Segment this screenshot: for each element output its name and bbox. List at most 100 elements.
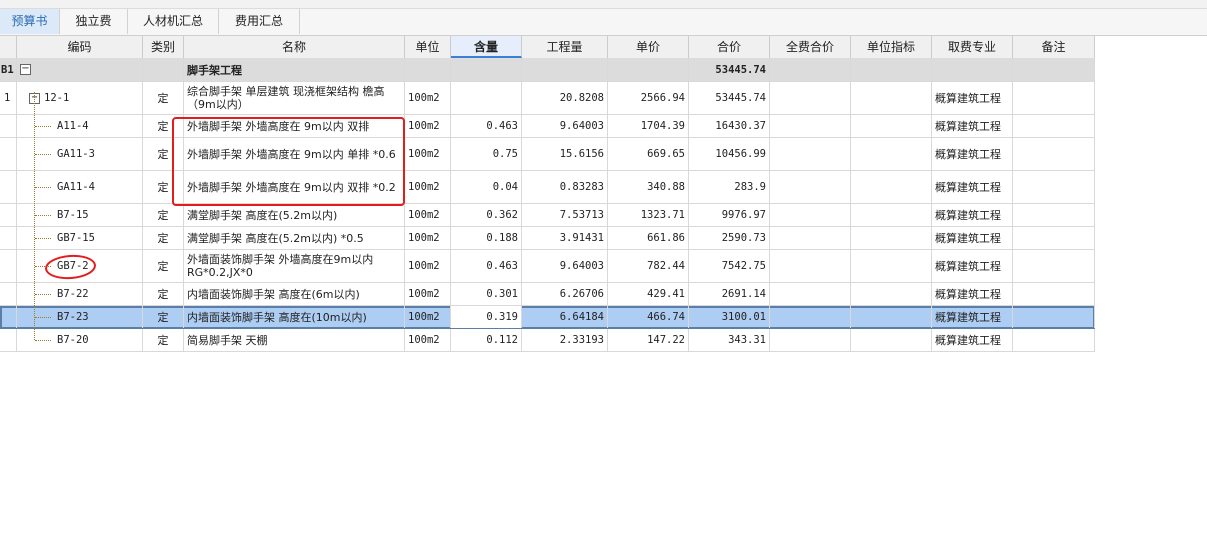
row-code-text: B7-20 bbox=[57, 334, 89, 346]
row-remarks bbox=[1013, 329, 1095, 351]
row-code[interactable]: B7-20 bbox=[17, 329, 143, 351]
row-content[interactable]: 0.112 bbox=[451, 329, 522, 351]
table-row[interactable]: A11-4 定外墙脚手架 外墙高度在 9m以内 双排 100m2 0.463 9.640… bbox=[0, 115, 1095, 138]
table-row[interactable]: B7-22 定内墙面装饰脚手架 高度在(6m以内) 100m2 0.301 6.2670… bbox=[0, 283, 1095, 306]
group-row[interactable]: B1 − 脚手架工程 53445.74 bbox=[0, 58, 1095, 82]
row-quantity[interactable]: 7.53713 bbox=[522, 204, 608, 226]
row-quantity[interactable]: 6.26706 bbox=[522, 283, 608, 305]
row-type: 定 bbox=[143, 329, 184, 351]
row-content[interactable]: 0.75 bbox=[451, 138, 522, 170]
row-full-cost-total bbox=[770, 306, 851, 328]
row-type: 定 bbox=[143, 306, 184, 328]
row-quantity[interactable]: 9.64003 bbox=[522, 115, 608, 137]
row-code[interactable]: GB7-15 bbox=[17, 227, 143, 249]
row-unit: 100m2 bbox=[405, 250, 451, 282]
row-content[interactable]: 0.301 bbox=[451, 283, 522, 305]
row-quantity[interactable]: 3.91431 bbox=[522, 227, 608, 249]
row-unit: 100m2 bbox=[405, 138, 451, 170]
row-name[interactable]: 外墙脚手架 外墙高度在 9m以内 双排 *0.2 bbox=[184, 171, 405, 203]
row-name[interactable]: 满堂脚手架 高度在(5.2m以内) *0.5 bbox=[184, 227, 405, 249]
row-content[interactable]: 0.362 bbox=[451, 204, 522, 226]
row-code[interactable]: B7-22 bbox=[17, 283, 143, 305]
header-unit-price[interactable]: 单价 bbox=[608, 36, 689, 58]
row-quantity[interactable]: 9.64003 bbox=[522, 250, 608, 282]
header-content[interactable]: 含量 bbox=[451, 36, 522, 58]
table-row[interactable]: GA11-3 定外墙脚手架 外墙高度在 9m以内 单排 *0.6 100m2 0.75… bbox=[0, 138, 1095, 171]
header-name[interactable]: 名称 bbox=[184, 36, 405, 58]
row-code[interactable]: GA11-3 bbox=[17, 138, 143, 170]
row-quantity[interactable]: 0.83283 bbox=[522, 171, 608, 203]
row-full-cost-total bbox=[770, 204, 851, 226]
row-content[interactable]: 0.188 bbox=[451, 227, 522, 249]
row-content[interactable]: 0.463 bbox=[451, 115, 522, 137]
row-code[interactable]: −12-1 bbox=[17, 82, 143, 114]
row-remarks bbox=[1013, 171, 1095, 203]
row-quantity[interactable]: 20.8208 bbox=[522, 82, 608, 114]
header-full-cost-total[interactable]: 全费合价 bbox=[770, 36, 851, 58]
row-full-cost-total bbox=[770, 283, 851, 305]
table-row[interactable]: 1−12-1 定综合脚手架 单层建筑 现浇框架结构 檐高（9m以内） 100m2 20… bbox=[0, 82, 1095, 115]
window-top-strip bbox=[0, 0, 1207, 9]
table-row[interactable]: B7-20 定简易脚手架 天棚 100m2 0.112 2.33193 147.22 343… bbox=[0, 329, 1095, 352]
row-unit: 100m2 bbox=[405, 283, 451, 305]
row-code-text: GB7-15 bbox=[57, 232, 95, 244]
row-content[interactable]: 0.463 bbox=[451, 250, 522, 282]
header-remarks[interactable]: 备注 bbox=[1013, 36, 1095, 58]
header-fee-category[interactable]: 取费专业 bbox=[932, 36, 1013, 58]
row-unit-index bbox=[851, 283, 932, 305]
tree-branch bbox=[35, 154, 51, 155]
row-code[interactable]: A11-4 bbox=[17, 115, 143, 137]
row-remarks bbox=[1013, 227, 1095, 249]
row-total-price: 16430.37 bbox=[689, 115, 770, 137]
row-name[interactable]: 外墙脚手架 外墙高度在 9m以内 单排 *0.6 bbox=[184, 138, 405, 170]
table-row[interactable]: B7-15 定满堂脚手架 高度在(5.2m以内) 100m2 0.362 7.53713… bbox=[0, 204, 1095, 227]
row-remarks bbox=[1013, 306, 1095, 328]
header-type[interactable]: 类别 bbox=[143, 36, 184, 58]
row-name[interactable]: 外墙脚手架 外墙高度在 9m以内 双排 bbox=[184, 115, 405, 137]
row-remarks bbox=[1013, 250, 1095, 282]
row-unit-price: 2566.94 bbox=[608, 82, 689, 114]
tab-labor-material-summary[interactable]: 人材机汇总 bbox=[128, 9, 219, 34]
tab-independent-fee[interactable]: 独立费 bbox=[60, 9, 128, 34]
table-row[interactable]: GB7-15 定满堂脚手架 高度在(5.2m以内) *0.5 100m2 0.188 3… bbox=[0, 227, 1095, 250]
header-unit-index[interactable]: 单位指标 bbox=[851, 36, 932, 58]
row-name[interactable]: 简易脚手架 天棚 bbox=[184, 329, 405, 351]
row-unit-price: 147.22 bbox=[608, 329, 689, 351]
row-name[interactable]: 内墙面装饰脚手架 高度在(6m以内) bbox=[184, 283, 405, 305]
row-quantity[interactable]: 15.6156 bbox=[522, 138, 608, 170]
row-index bbox=[0, 250, 17, 282]
row-unit-index bbox=[851, 329, 932, 351]
row-type: 定 bbox=[143, 227, 184, 249]
row-code[interactable]: GB7-2 bbox=[17, 250, 143, 282]
row-name[interactable]: 外墙面装饰脚手架 外墙高度在9m以内 RG*0.2,JX*0 bbox=[184, 250, 405, 282]
row-unit-index bbox=[851, 250, 932, 282]
row-name[interactable]: 内墙面装饰脚手架 高度在(10m以内) bbox=[184, 306, 405, 328]
table-row[interactable]: B7-23 定内墙面装饰脚手架 高度在(10m以内) 100m2 0.319 6.641… bbox=[0, 306, 1095, 329]
row-quantity[interactable]: 6.64184 bbox=[522, 306, 608, 328]
row-name[interactable]: 综合脚手架 单层建筑 现浇框架结构 檐高（9m以内） bbox=[184, 82, 405, 114]
header-quantity[interactable]: 工程量 bbox=[522, 36, 608, 58]
collapse-icon[interactable]: − bbox=[20, 64, 31, 75]
tab-cost-summary[interactable]: 费用汇总 bbox=[219, 9, 300, 34]
row-name[interactable]: 满堂脚手架 高度在(5.2m以内) bbox=[184, 204, 405, 226]
row-code[interactable]: B7-15 bbox=[17, 204, 143, 226]
row-index bbox=[0, 306, 17, 328]
header-total-price[interactable]: 合价 bbox=[689, 36, 770, 58]
row-full-cost-total bbox=[770, 138, 851, 170]
row-index bbox=[0, 204, 17, 226]
row-quantity[interactable]: 2.33193 bbox=[522, 329, 608, 351]
header-unit[interactable]: 单位 bbox=[405, 36, 451, 58]
row-content[interactable] bbox=[451, 82, 522, 114]
tab-budget[interactable]: 预算书 bbox=[0, 9, 60, 34]
table-row[interactable]: GB7-2 定外墙面装饰脚手架 外墙高度在9m以内 RG*0.2,JX*0 100m… bbox=[0, 250, 1095, 283]
row-total-price: 9976.97 bbox=[689, 204, 770, 226]
row-code-text: GB7-2 bbox=[57, 260, 89, 272]
header-code[interactable]: 编码 bbox=[17, 36, 143, 58]
row-code[interactable]: B7-23 bbox=[17, 306, 143, 328]
row-type: 定 bbox=[143, 250, 184, 282]
row-content[interactable]: 0.319 bbox=[451, 306, 522, 328]
row-code[interactable]: GA11-4 bbox=[17, 171, 143, 203]
tree-branch bbox=[35, 294, 51, 295]
row-content[interactable]: 0.04 bbox=[451, 171, 522, 203]
table-row[interactable]: GA11-4 定外墙脚手架 外墙高度在 9m以内 双排 *0.2 100m2 0.04… bbox=[0, 171, 1095, 204]
